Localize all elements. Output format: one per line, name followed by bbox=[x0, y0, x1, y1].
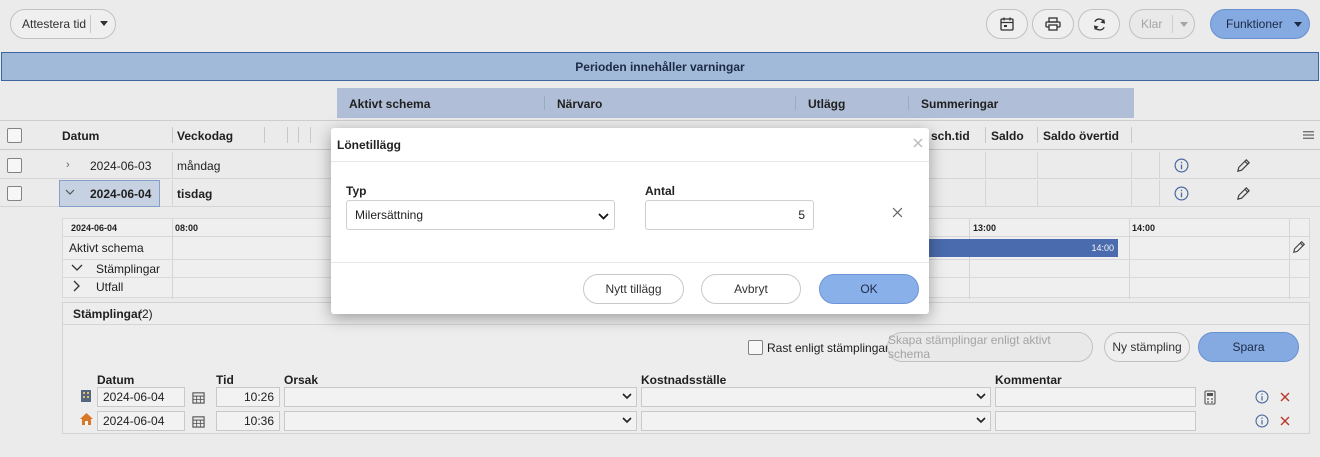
typ-value: Milersättning bbox=[355, 208, 424, 222]
antal-label: Antal bbox=[645, 184, 675, 198]
remove-icon[interactable] bbox=[892, 207, 903, 218]
dialog-title: Lönetillägg bbox=[337, 138, 401, 152]
close-icon[interactable] bbox=[913, 138, 923, 148]
avbryt-label: Avbryt bbox=[734, 282, 768, 296]
avbryt-button[interactable]: Avbryt bbox=[701, 274, 801, 304]
dialog-header: Lönetillägg bbox=[331, 128, 929, 162]
nytt-tillagg-button[interactable]: Nytt tillägg bbox=[583, 274, 684, 304]
antal-input[interactable]: 5 bbox=[645, 200, 814, 230]
ok-label: OK bbox=[860, 282, 878, 296]
chevron-down-icon bbox=[598, 213, 609, 220]
lonetillagg-dialog: Lönetillägg Typ Milersättning Antal 5 Ny… bbox=[331, 128, 929, 314]
typ-select[interactable]: Milersättning bbox=[346, 200, 615, 230]
typ-label: Typ bbox=[346, 184, 367, 198]
ok-button[interactable]: OK bbox=[819, 274, 919, 304]
nytt-tillagg-label: Nytt tillägg bbox=[605, 282, 662, 296]
antal-value: 5 bbox=[798, 208, 805, 222]
dialog-footer-divider bbox=[331, 262, 929, 263]
